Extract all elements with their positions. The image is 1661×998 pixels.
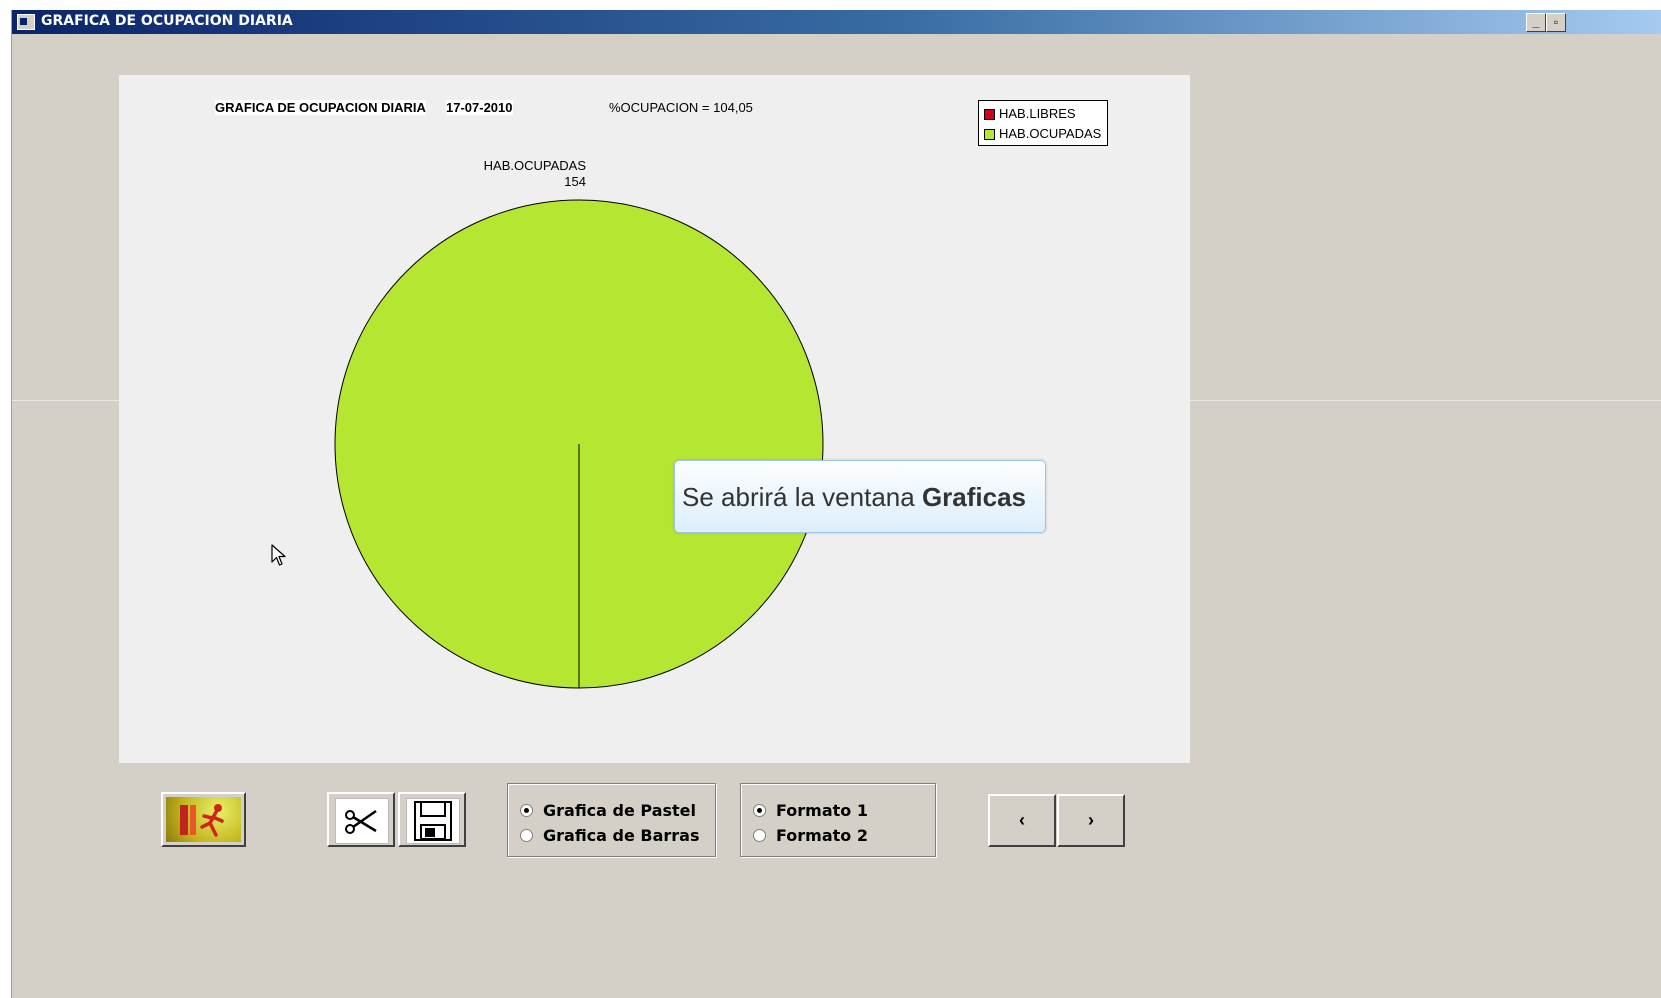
slice-label: HAB.OCUPADAS 154	[476, 158, 586, 190]
radio-pastel-label[interactable]: Grafica de Pastel	[543, 801, 696, 820]
chart-type-group: Grafica de Pastel Grafica de Barras	[507, 783, 716, 857]
legend-label-libres: HAB.LIBRES	[999, 106, 1076, 121]
chart-panel: GRAFICA DE OCUPACION DIARIA 17-07-2010 %…	[119, 75, 1190, 763]
slice-label-value: 154	[564, 174, 586, 189]
chart-title: GRAFICA DE OCUPACION DIARIA	[215, 100, 426, 115]
cut-button[interactable]	[327, 792, 395, 847]
chart-legend: HAB.LIBRES HAB.OCUPADAS	[978, 100, 1108, 146]
minimize-button[interactable]: _	[1526, 13, 1546, 32]
radio-formato-2-label[interactable]: Formato 2	[776, 826, 868, 845]
title-bar: GRAFICA DE OCUPACION DIARIA _ ▫	[12, 10, 1661, 34]
legend-swatch-ocupadas	[984, 129, 995, 140]
restore-button[interactable]: ▫	[1546, 13, 1566, 32]
pie-chart	[334, 199, 824, 689]
radio-pastel-button[interactable]	[520, 804, 533, 817]
app-icon	[17, 14, 35, 30]
exit-running-man-icon	[166, 797, 241, 842]
tooltip: Se abrirá la ventana Graficas	[674, 460, 1046, 533]
radio-barras-button[interactable]	[520, 829, 533, 842]
radio-barras-label[interactable]: Grafica de Barras	[543, 826, 700, 845]
next-button[interactable]: ›	[1057, 794, 1125, 847]
save-button[interactable]	[398, 792, 466, 847]
format-group: Formato 1 Formato 2	[740, 783, 936, 857]
occupancy-percentage: %OCUPACION = 104,05	[609, 100, 753, 115]
radio-formato-2-button[interactable]	[753, 829, 766, 842]
scissors-icon	[335, 798, 389, 844]
exit-button[interactable]	[161, 792, 246, 847]
window-title: GRAFICA DE OCUPACION DIARIA	[41, 13, 293, 29]
legend-swatch-libres	[984, 109, 995, 120]
radio-formato-1-button[interactable]	[753, 804, 766, 817]
chart-window: GRAFICA DE OCUPACION DIARIA _ ▫ GRAFICA …	[11, 10, 1661, 998]
legend-label-ocupadas: HAB.OCUPADAS	[999, 126, 1102, 141]
previous-button[interactable]: ‹	[988, 794, 1056, 847]
tooltip-text: Se abrirá la ventana	[682, 482, 922, 512]
slice-label-name: HAB.OCUPADAS	[483, 158, 586, 173]
tooltip-bold-text: Graficas	[921, 482, 1027, 512]
mouse-pointer-icon	[271, 544, 286, 566]
radio-formato-1-label[interactable]: Formato 1	[776, 801, 868, 820]
floppy-disk-icon	[406, 798, 460, 844]
chart-date: 17-07-2010	[446, 100, 513, 115]
